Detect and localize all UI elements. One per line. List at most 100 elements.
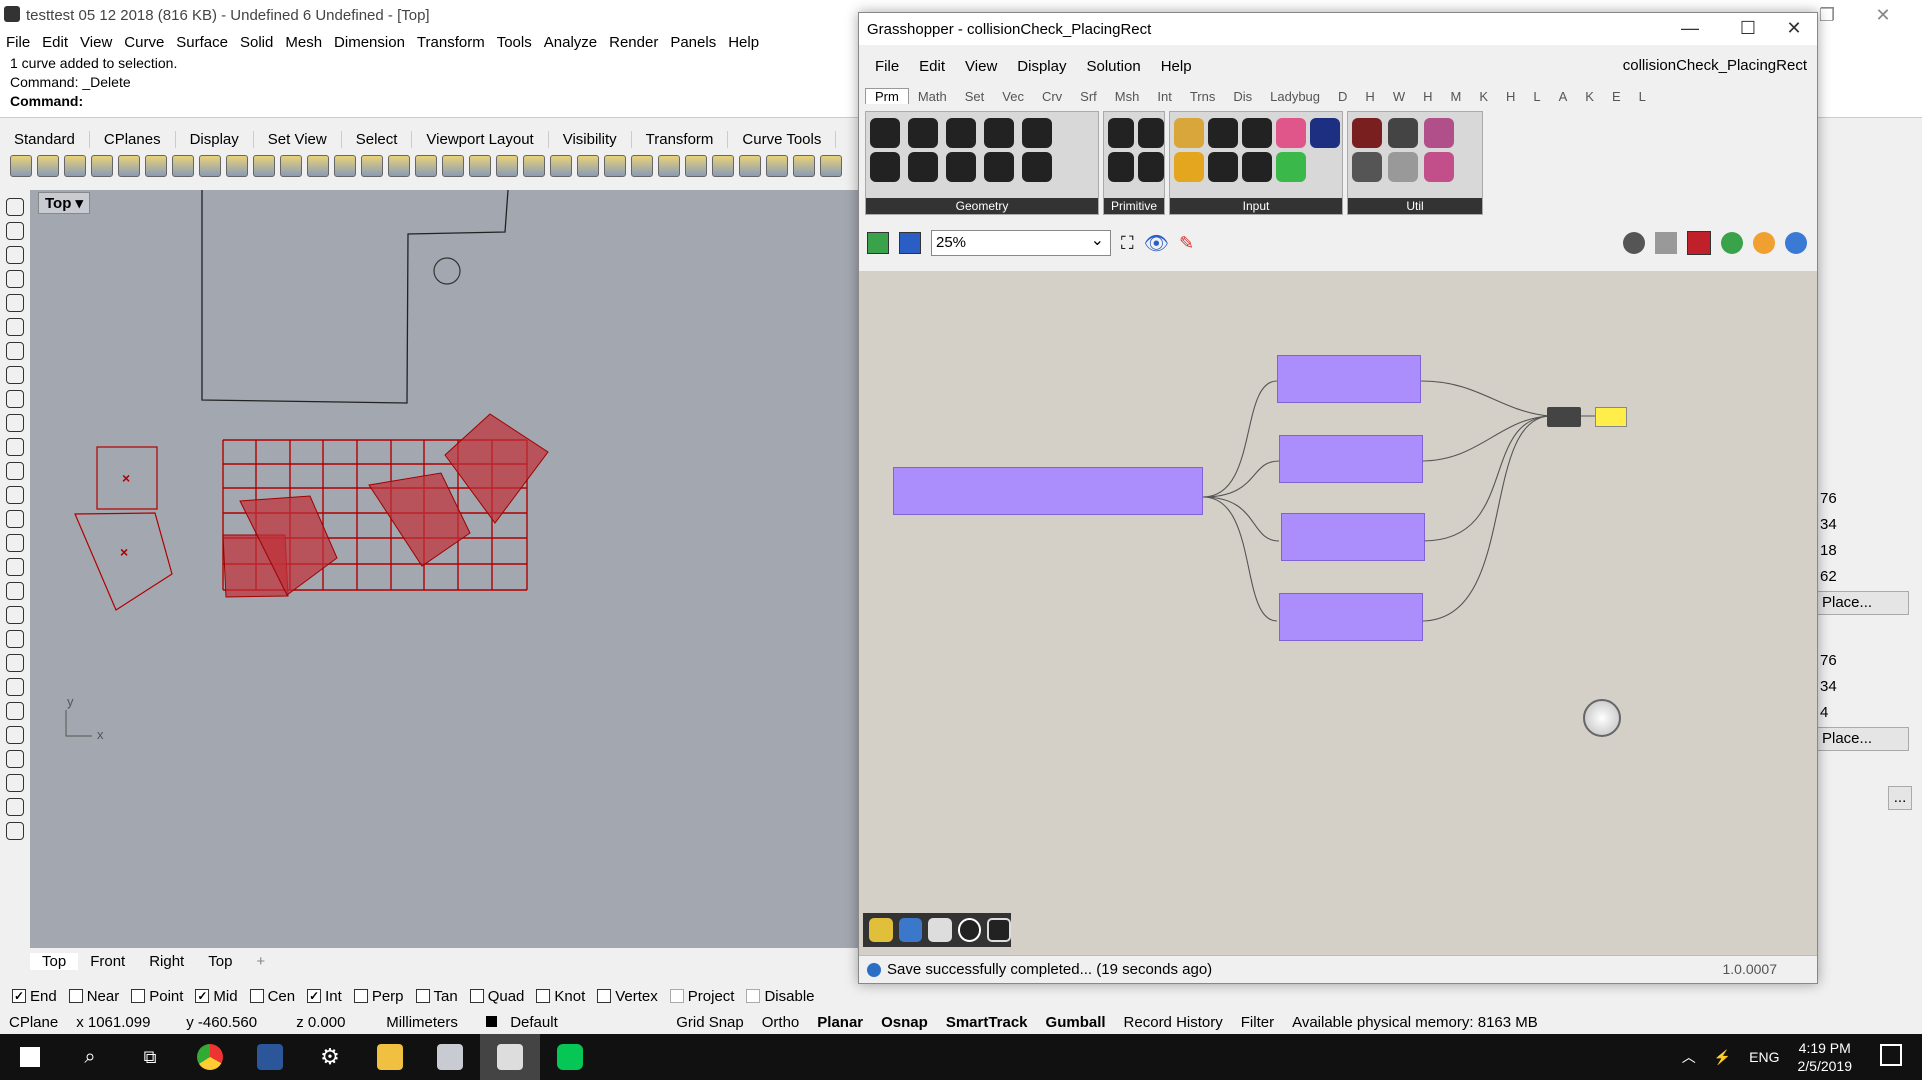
gh-import-icon[interactable] (1174, 118, 1204, 148)
rendered-icon[interactable] (469, 155, 491, 177)
gh-tab-ladybug[interactable]: Ladybug (1261, 89, 1329, 104)
gh-data-output-icon[interactable] (1388, 118, 1418, 148)
menu-transform[interactable]: Transform (411, 34, 491, 51)
gh-minimize-icon[interactable]: — (1667, 13, 1713, 43)
menu-curve[interactable]: Curve (118, 34, 170, 51)
gh-bake-icon[interactable] (1721, 232, 1743, 254)
gh-toggle-icon[interactable] (1310, 118, 1340, 148)
osnap-knot[interactable]: Knot (536, 988, 585, 1005)
gh-jet-icon[interactable] (928, 918, 952, 942)
add-viewport-tab-icon[interactable]: + (244, 953, 277, 970)
gh-tab-a[interactable]: A (1550, 89, 1577, 104)
tab-transform[interactable]: Transform (632, 130, 729, 148)
gh-slider-icon[interactable] (1208, 118, 1238, 148)
status-smarttrack[interactable]: SmartTrack (937, 1014, 1037, 1031)
gh-point-param-icon[interactable] (870, 118, 900, 148)
gh-save-icon[interactable] (899, 232, 921, 254)
circle-icon[interactable] (6, 294, 24, 312)
gh-cancel-icon[interactable] (957, 918, 982, 942)
more-tools-icon[interactable] (6, 822, 24, 840)
osnap-project[interactable]: Project (669, 988, 734, 1005)
gh-line-param-icon[interactable] (870, 152, 900, 182)
gh-data-input-icon[interactable] (1388, 152, 1418, 182)
gh-main-cluster[interactable] (893, 467, 1203, 515)
layers-icon[interactable] (496, 155, 518, 177)
gh-fractal-icon[interactable] (1352, 152, 1382, 182)
gh-surface-param-icon[interactable] (984, 118, 1014, 148)
gh-ladybug-icon[interactable] (869, 918, 893, 942)
task-view-button[interactable]: ⧉ (120, 1034, 180, 1080)
join-icon[interactable] (6, 750, 24, 768)
menu-analyze[interactable]: Analyze (538, 34, 603, 51)
osnap-int[interactable]: ✓ Int (307, 988, 342, 1005)
light-icon[interactable] (118, 155, 140, 177)
gh-menu-solution[interactable]: Solution (1076, 58, 1150, 75)
gh-tab-trns[interactable]: Trns (1181, 89, 1225, 104)
menu-surface[interactable]: Surface (170, 34, 234, 51)
tab-viewport-layout[interactable]: Viewport Layout (412, 130, 549, 148)
language-indicator[interactable]: ENG (1749, 1049, 1779, 1065)
gh-preview-icon[interactable]: 👁 (1144, 231, 1169, 256)
osnap-point[interactable]: Point (131, 988, 183, 1005)
point-icon[interactable] (6, 222, 24, 240)
zoom-extents-icon[interactable] (361, 155, 383, 177)
select-arrow-icon[interactable] (6, 198, 24, 216)
status-record-history[interactable]: Record History (1115, 1014, 1232, 1031)
shade-icon[interactable] (442, 155, 464, 177)
tab-cplanes[interactable]: CPlanes (90, 130, 176, 148)
gh-menu-help[interactable]: Help (1151, 58, 1202, 75)
help-icon[interactable] (739, 155, 761, 177)
cylinder-icon[interactable] (6, 534, 24, 552)
gh-menu-display[interactable]: Display (1007, 58, 1076, 75)
gh-python-icon[interactable] (898, 918, 923, 942)
tab-standard[interactable]: Standard (0, 130, 90, 148)
gh-color-icon[interactable] (1753, 232, 1775, 254)
gh-brep-param-icon[interactable] (1022, 118, 1052, 148)
gh-canvas[interactable] (859, 271, 1817, 955)
gh-geometry-param-icon[interactable] (1022, 152, 1052, 182)
gh-cluster-2[interactable] (1279, 435, 1423, 483)
gh-tab-k[interactable]: K (1470, 89, 1497, 104)
options-icon[interactable] (820, 155, 842, 177)
menu-help[interactable]: Help (722, 34, 765, 51)
zoom-window-icon[interactable] (334, 155, 356, 177)
gh-tab-prm[interactable]: Prm (865, 88, 909, 104)
gh-tab-math[interactable]: Math (909, 89, 956, 104)
tab-curve-tools[interactable]: Curve Tools (728, 130, 837, 148)
taskbar-explorer[interactable] (360, 1034, 420, 1080)
taskbar-line[interactable] (540, 1034, 600, 1080)
clock[interactable]: 4:19 PM 2/5/2019 (1798, 1039, 1853, 1075)
gh-tab-srf[interactable]: Srf (1071, 89, 1106, 104)
camera-icon[interactable] (577, 155, 599, 177)
search-button[interactable]: ⌕ (60, 1034, 120, 1080)
osnap-quad[interactable]: Quad (469, 988, 524, 1005)
sphere-icon[interactable] (6, 510, 24, 528)
gh-tab-w[interactable]: W (1384, 89, 1414, 104)
osnap-disable[interactable]: Disable (746, 988, 815, 1005)
group-icon[interactable] (6, 654, 24, 672)
cut-icon[interactable] (145, 155, 167, 177)
gh-menu-edit[interactable]: Edit (909, 58, 955, 75)
open-icon[interactable] (37, 155, 59, 177)
gh-tab-h2[interactable]: H (1414, 89, 1441, 104)
gh-close-icon[interactable]: ✕ (1771, 13, 1817, 43)
viewport-tab-front[interactable]: Front (78, 953, 137, 970)
status-layer[interactable]: Default (477, 1014, 667, 1031)
gh-tab-m[interactable]: M (1441, 89, 1470, 104)
chevron-up-icon[interactable]: ︿ (1682, 1047, 1696, 1067)
gh-tab-dis[interactable]: Dis (1224, 89, 1261, 104)
menu-file[interactable]: File (0, 34, 36, 51)
gh-tab-msh[interactable]: Msh (1106, 89, 1149, 104)
gh-tab-vec[interactable]: Vec (993, 89, 1033, 104)
top-viewport[interactable]: Top ▾ × × y x (30, 190, 860, 948)
material-icon[interactable] (604, 155, 626, 177)
osnap-vertex[interactable]: Vertex (597, 988, 658, 1005)
gh-flask-icon[interactable] (1424, 152, 1454, 182)
print-icon[interactable] (91, 155, 113, 177)
pan-icon[interactable] (253, 155, 275, 177)
gh-menu-file[interactable]: File (865, 58, 909, 75)
split-icon[interactable] (6, 726, 24, 744)
tab-select[interactable]: Select (342, 130, 413, 148)
gh-maximize-icon[interactable]: ☐ (1725, 13, 1771, 43)
status-filter[interactable]: Filter (1232, 1014, 1283, 1031)
